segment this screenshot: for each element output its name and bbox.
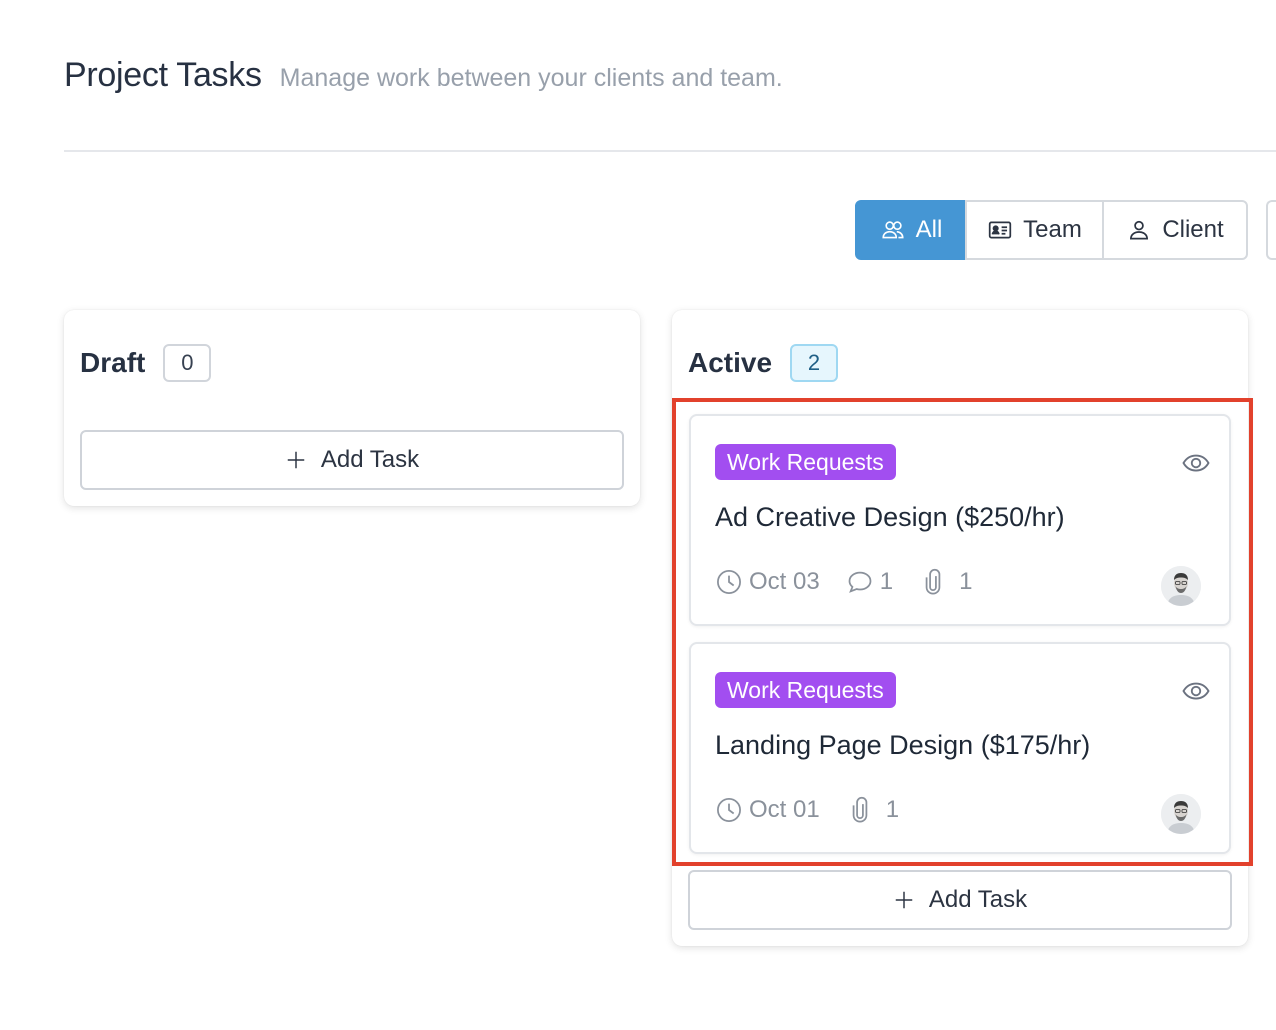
task-attachments[interactable]: 1 (919, 568, 972, 596)
filter-team-button[interactable]: Team (965, 200, 1104, 260)
draft-add-task-label: Add Task (320, 446, 420, 473)
task-date-text: Oct 01 (749, 796, 820, 823)
avatar[interactable] (1161, 794, 1201, 834)
column-active-header: Active 2 (688, 344, 839, 382)
task-date-text: Oct 03 (749, 568, 820, 595)
active-add-task-label: Add Task (928, 886, 1028, 913)
column-active: Active 2 Work Requests Ad Creative Desig… (672, 310, 1248, 946)
plus-icon (895, 891, 913, 909)
clock-icon (717, 798, 741, 822)
filter-all-label: All (915, 216, 943, 243)
task-title[interactable]: Landing Page Design ($175/hr) (715, 730, 1090, 761)
task-meta: Oct 01 1 (715, 796, 925, 824)
paperclip-icon (925, 568, 941, 595)
task-comments[interactable]: 1 (846, 568, 893, 596)
plus-icon (287, 451, 305, 469)
users-icon (882, 221, 904, 239)
task-attachments-count: 1 (959, 568, 973, 595)
task-card[interactable]: Work Requests Ad Creative Design ($250/h… (689, 414, 1231, 626)
column-draft: Draft 0 Add Task (64, 310, 640, 506)
task-tag[interactable]: Work Requests (715, 444, 896, 480)
avatar-image (1161, 566, 1201, 606)
column-draft-count: 0 (163, 344, 212, 382)
id-card-icon (988, 221, 1012, 239)
clock-icon (717, 570, 741, 594)
filter-client-button[interactable]: Client (1102, 200, 1248, 260)
draft-add-task-button[interactable]: Add Task (80, 430, 624, 490)
eye-icon[interactable] (1181, 676, 1211, 706)
filter-more-button[interactable] (1266, 200, 1276, 260)
task-due-date: Oct 03 (715, 568, 820, 596)
task-due-date: Oct 01 (715, 796, 820, 824)
page-title: Project Tasks (64, 56, 262, 94)
column-active-title: Active (688, 347, 773, 378)
page-subtitle: Manage work between your clients and tea… (279, 64, 783, 92)
column-draft-header: Draft 0 (80, 344, 212, 382)
avatar[interactable] (1161, 566, 1201, 606)
page-header: Project Tasks Manage work between your c… (64, 56, 783, 95)
column-draft-title: Draft (80, 347, 146, 378)
filter-group: All Team Client (855, 200, 1248, 260)
task-card[interactable]: Work Requests Landing Page Design ($175/… (689, 642, 1231, 854)
task-title[interactable]: Ad Creative Design ($250/hr) (715, 502, 1065, 533)
user-icon (1130, 220, 1149, 240)
task-attachments[interactable]: 1 (846, 796, 899, 824)
filter-client-label: Client (1162, 216, 1224, 243)
task-attachments-count: 1 (885, 796, 900, 823)
paperclip-icon (852, 796, 867, 823)
filter-all-button[interactable]: All (855, 200, 967, 260)
header-divider (64, 150, 1276, 152)
comment-icon (848, 571, 872, 593)
eye-icon[interactable] (1181, 448, 1211, 478)
task-meta: Oct 03 1 1 (715, 568, 998, 596)
filter-team-label: Team (1023, 216, 1082, 243)
active-add-task-button[interactable]: Add Task (688, 870, 1232, 930)
task-tag[interactable]: Work Requests (715, 672, 896, 708)
column-active-count: 2 (790, 344, 839, 382)
avatar-image (1161, 794, 1201, 834)
task-comments-count: 1 (879, 568, 894, 595)
